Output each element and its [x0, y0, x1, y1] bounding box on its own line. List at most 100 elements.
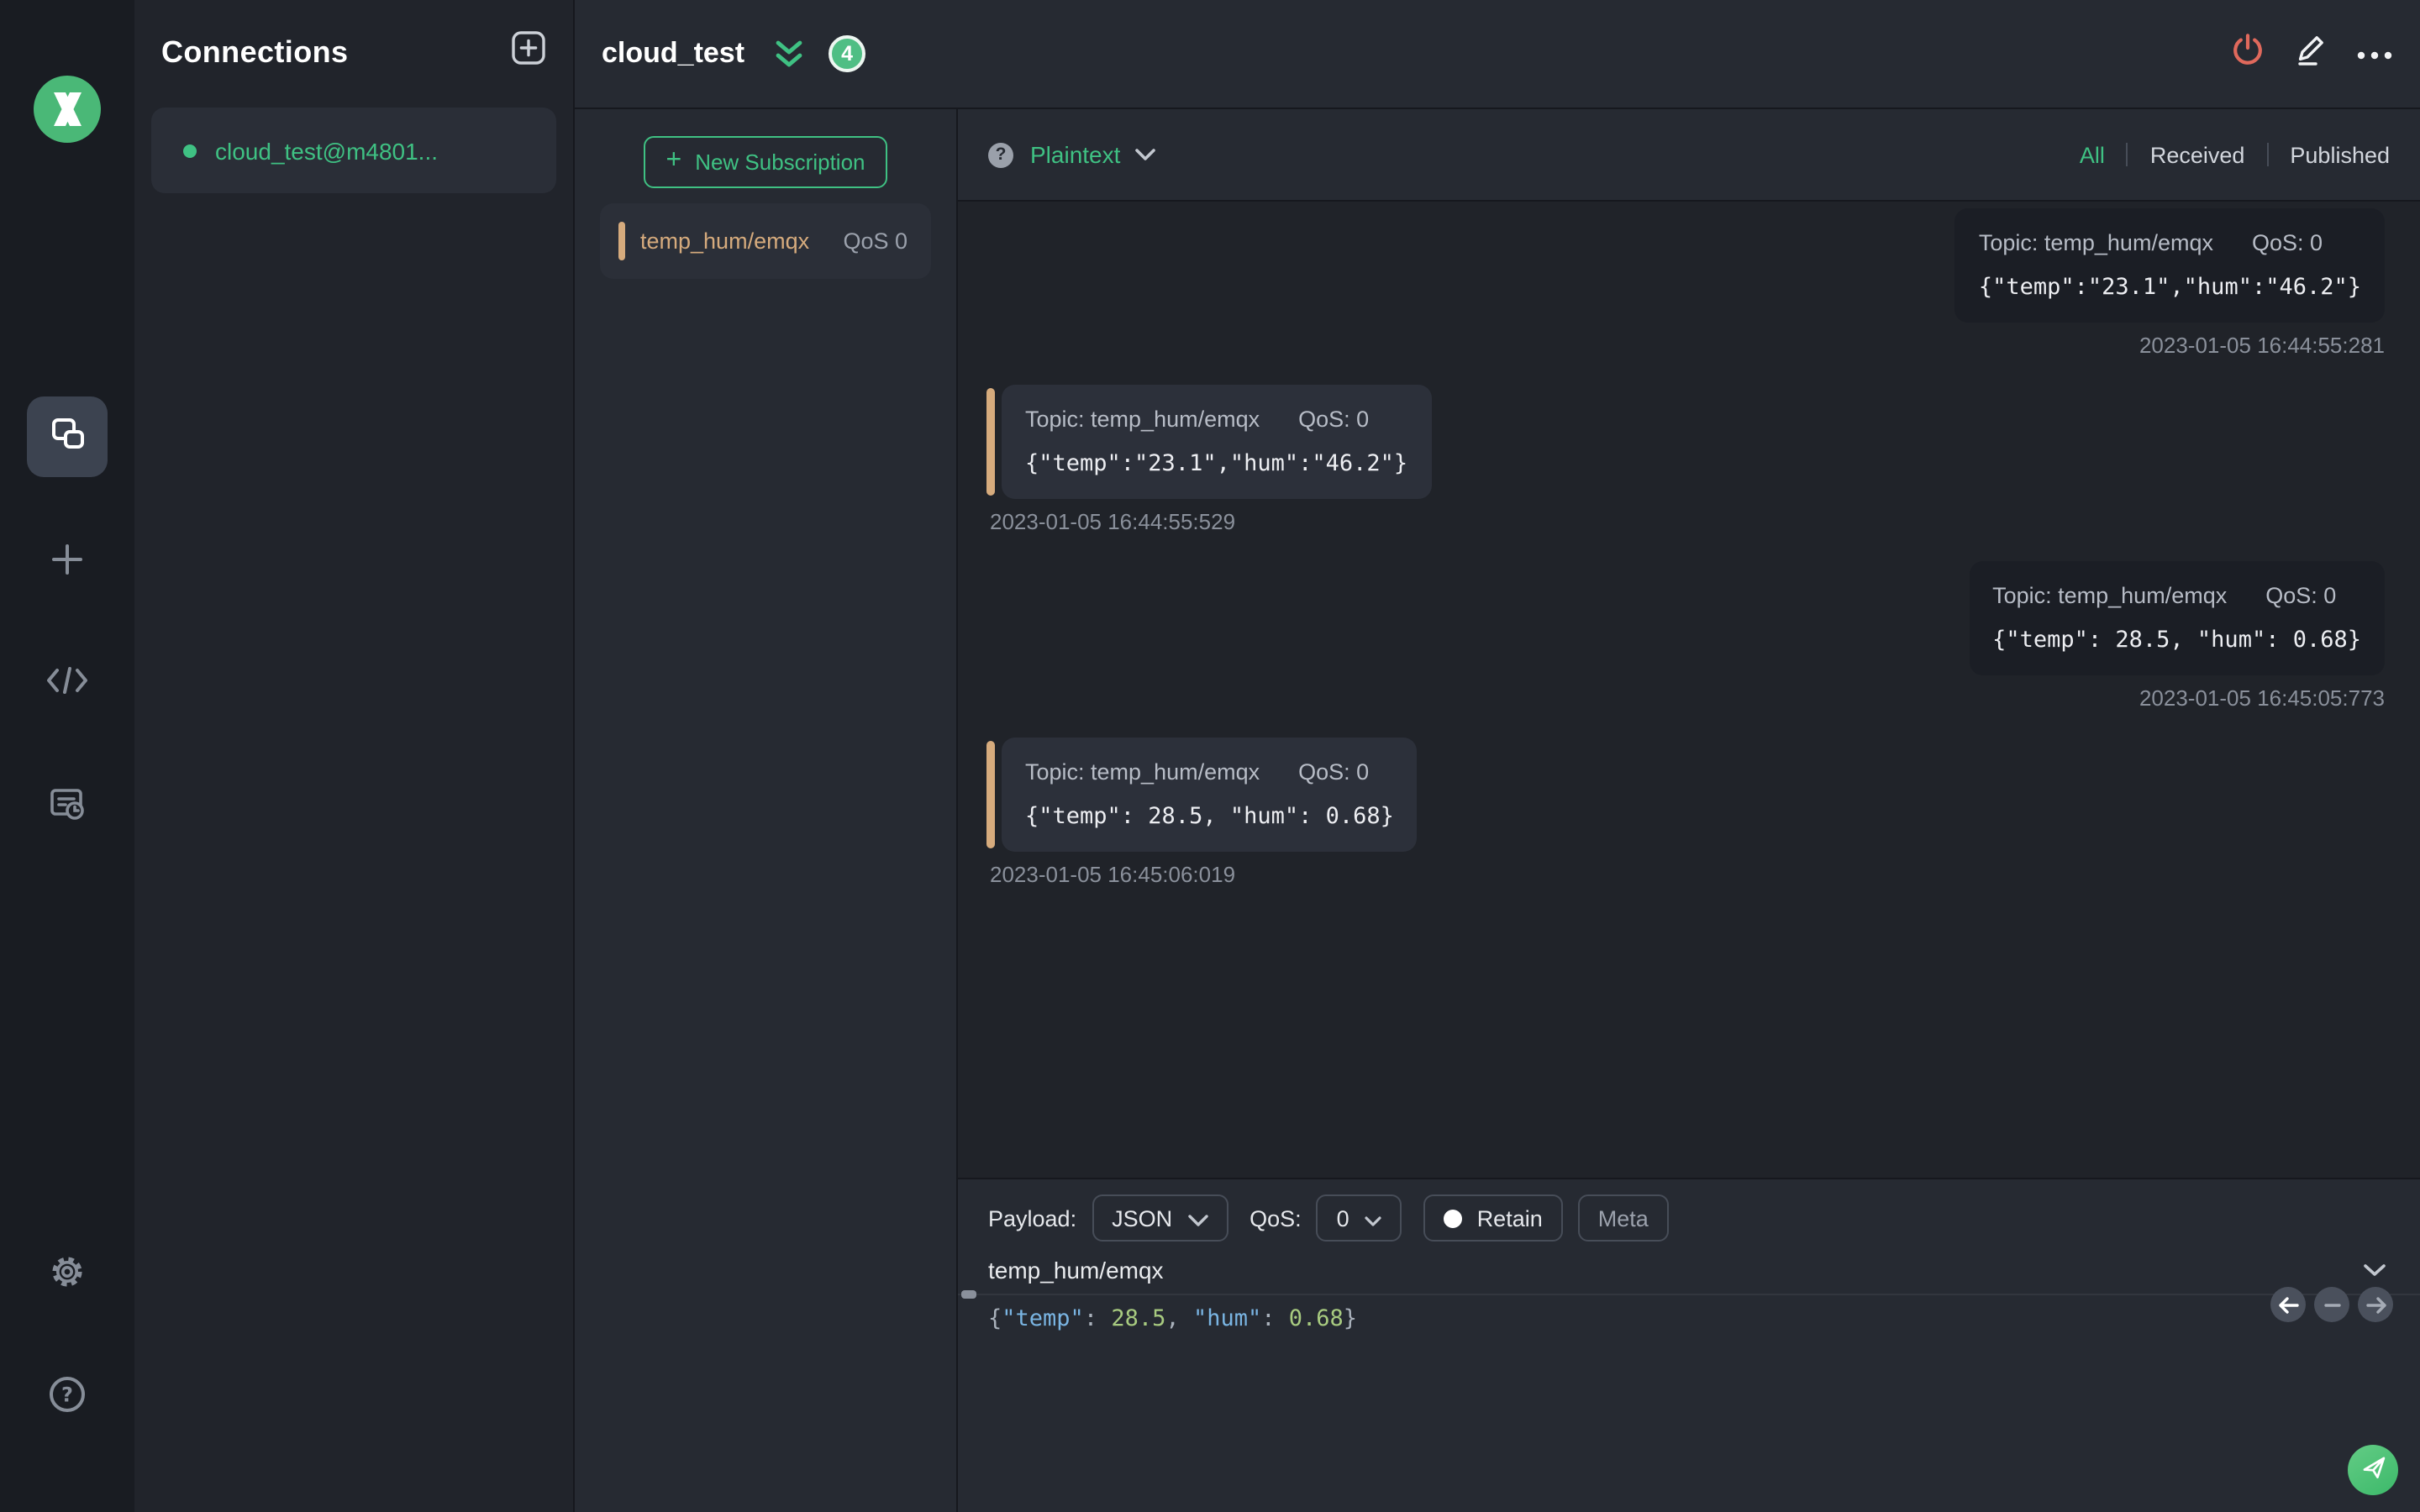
collapse-double-chevron-icon[interactable]	[771, 38, 807, 70]
editor-token: }	[1343, 1305, 1358, 1332]
connections-title: Connections	[161, 34, 349, 68]
add-connection-button[interactable]	[511, 30, 546, 74]
message-payload: {"temp":"23.1","hum":"46.2"}	[1978, 274, 2361, 301]
log-history-icon	[47, 785, 87, 825]
filter-received[interactable]: Received	[2150, 142, 2245, 167]
message-qos: QoS: 0	[1298, 759, 1370, 785]
meta-button[interactable]: Meta	[1577, 1194, 1669, 1242]
message-list[interactable]: Topic: temp_hum/emqx QoS: 0 {"temp":"23.…	[958, 202, 2420, 1178]
chevron-down-icon	[1134, 139, 1155, 170]
messages-header: ? Plaintext All Received Published	[958, 109, 2420, 202]
published-message: Topic: temp_hum/emqx QoS: 0 {"temp":"23.…	[1954, 208, 2385, 358]
message-payload: {"temp": 28.5, "hum": 0.68}	[1025, 803, 1394, 830]
message-bubble: Topic: temp_hum/emqx QoS: 0 {"temp":"23.…	[1002, 385, 1432, 499]
retain-label: Retain	[1476, 1205, 1543, 1231]
help-circle-icon[interactable]: ?	[988, 142, 1013, 167]
new-subscription-label: New Subscription	[695, 150, 865, 175]
received-accent-bar	[986, 388, 995, 496]
subscription-topic: temp_hum/emqx	[640, 228, 810, 254]
subscriptions-column: + New Subscription temp_hum/emqx QoS 0	[575, 109, 958, 1512]
mqttx-app: ? Connections cloud_test@m4801... cloud_…	[0, 0, 2420, 1512]
remove-payload-button[interactable]	[2314, 1287, 2349, 1322]
retain-dot-icon	[1443, 1209, 1462, 1227]
editor-token: ,	[1165, 1305, 1193, 1332]
message-qos: QoS: 0	[1298, 407, 1370, 432]
sidebar-item-help[interactable]: ?	[47, 1374, 87, 1415]
editor-divider	[958, 1290, 2420, 1299]
message-filters: All Received Published	[2080, 142, 2390, 167]
message-topic: Topic: temp_hum/emqx	[1992, 583, 2228, 608]
code-icon	[45, 665, 89, 696]
power-icon	[2229, 32, 2265, 76]
payload-history-nav	[2270, 1287, 2393, 1322]
message-timestamp: 2023-01-05 16:44:55:529	[990, 509, 1236, 534]
message-payload: {"temp": 28.5, "hum": 0.68}	[1992, 627, 2361, 654]
editor-token: {	[988, 1305, 1002, 1332]
edit-connection-button[interactable]	[2292, 35, 2329, 72]
connection-name: cloud_test@m4801...	[215, 137, 439, 164]
payload-format-select[interactable]: Plaintext	[1030, 139, 1155, 170]
publish-controls: Payload: JSON QoS: 0 Retain Meta	[988, 1194, 2390, 1242]
payload-editor[interactable]: {"temp": 28.5, "hum": 0.68}	[988, 1305, 2390, 1332]
sidebar-item-script[interactable]	[47, 660, 87, 701]
filter-all[interactable]: All	[2080, 142, 2105, 167]
unread-count-badge: 4	[829, 35, 866, 72]
message-bubble: Topic: temp_hum/emqx QoS: 0 {"temp": 28.…	[1002, 738, 1418, 852]
connection-title: cloud_test	[602, 37, 745, 69]
message-bubble: Topic: temp_hum/emqx QoS: 0 {"temp": 28.…	[1969, 561, 2385, 675]
previous-payload-button[interactable]	[2270, 1287, 2306, 1322]
sidebar-item-log[interactable]	[47, 785, 87, 825]
subscription-qos: QoS 0	[843, 228, 908, 254]
disconnect-button[interactable]	[2228, 34, 2265, 72]
chevron-down-icon	[1365, 1205, 1381, 1231]
more-options-button[interactable]	[2356, 35, 2393, 72]
connection-list-item[interactable]: cloud_test@m4801...	[151, 108, 556, 193]
qos-value: 0	[1336, 1205, 1349, 1231]
filter-published[interactable]: Published	[2290, 142, 2390, 167]
question-circle-icon: ?	[47, 1374, 87, 1415]
message-timestamp: 2023-01-05 16:45:05:773	[2139, 685, 2385, 711]
editor-collapse-chevron-icon[interactable]	[2360, 1260, 2390, 1280]
message-topic: Topic: temp_hum/emqx	[1025, 407, 1260, 432]
topic-input[interactable]: temp_hum/emqx	[988, 1257, 1164, 1284]
publish-panel: Payload: JSON QoS: 0 Retain Meta temp_hu…	[958, 1178, 2420, 1512]
send-button[interactable]	[2348, 1445, 2398, 1495]
payload-format-value: JSON	[1112, 1205, 1173, 1231]
received-accent-bar	[986, 741, 995, 848]
divider-drag-handle[interactable]	[961, 1290, 976, 1299]
received-message: Topic: temp_hum/emqx QoS: 0 {"temp": 28.…	[986, 738, 1418, 887]
message-payload: {"temp":"23.1","hum":"46.2"}	[1025, 450, 1408, 477]
connections-panel: Connections cloud_test@m4801...	[134, 0, 575, 1512]
qos-dropdown[interactable]: 0	[1316, 1194, 1402, 1242]
published-message: Topic: temp_hum/emqx QoS: 0 {"temp": 28.…	[1969, 561, 2385, 711]
plus-square-icon	[511, 30, 546, 74]
editor-token: :	[1083, 1305, 1112, 1332]
payload-format-dropdown[interactable]: JSON	[1092, 1194, 1228, 1242]
subscription-list-item[interactable]: temp_hum/emqx QoS 0	[600, 203, 931, 279]
connection-topbar: cloud_test 4	[575, 0, 2420, 109]
received-message: Topic: temp_hum/emqx QoS: 0 {"temp":"23.…	[986, 385, 1432, 534]
sidebar-item-new-connection[interactable]	[47, 539, 87, 580]
connection-main: cloud_test 4 + New Subscription temp_hum…	[575, 0, 2420, 1512]
sidebar-item-settings[interactable]	[47, 1252, 87, 1292]
connections-icon	[47, 412, 87, 461]
message-timestamp: 2023-01-05 16:45:06:019	[990, 862, 1236, 887]
editor-token: 0.68	[1288, 1305, 1344, 1332]
new-subscription-button[interactable]: + New Subscription	[644, 136, 887, 188]
publish-topic-row: temp_hum/emqx	[988, 1257, 2390, 1284]
payload-label: Payload:	[988, 1205, 1077, 1231]
filter-separator	[2126, 143, 2128, 166]
message-topic: Topic: temp_hum/emqx	[1978, 230, 2213, 255]
message-qos: QoS: 0	[2251, 230, 2323, 255]
chevron-down-icon	[1187, 1205, 1207, 1231]
editor-token: "hum"	[1192, 1305, 1262, 1332]
connected-status-dot	[183, 144, 197, 157]
next-payload-button[interactable]	[2358, 1287, 2393, 1322]
plus-icon: +	[666, 146, 682, 175]
icon-rail: ?	[0, 0, 134, 1512]
editor-token: "temp"	[1002, 1305, 1084, 1332]
retain-toggle[interactable]: Retain	[1423, 1194, 1563, 1242]
editor-token: :	[1261, 1305, 1289, 1332]
sidebar-item-connections[interactable]	[27, 396, 108, 477]
message-topic: Topic: temp_hum/emqx	[1025, 759, 1260, 785]
